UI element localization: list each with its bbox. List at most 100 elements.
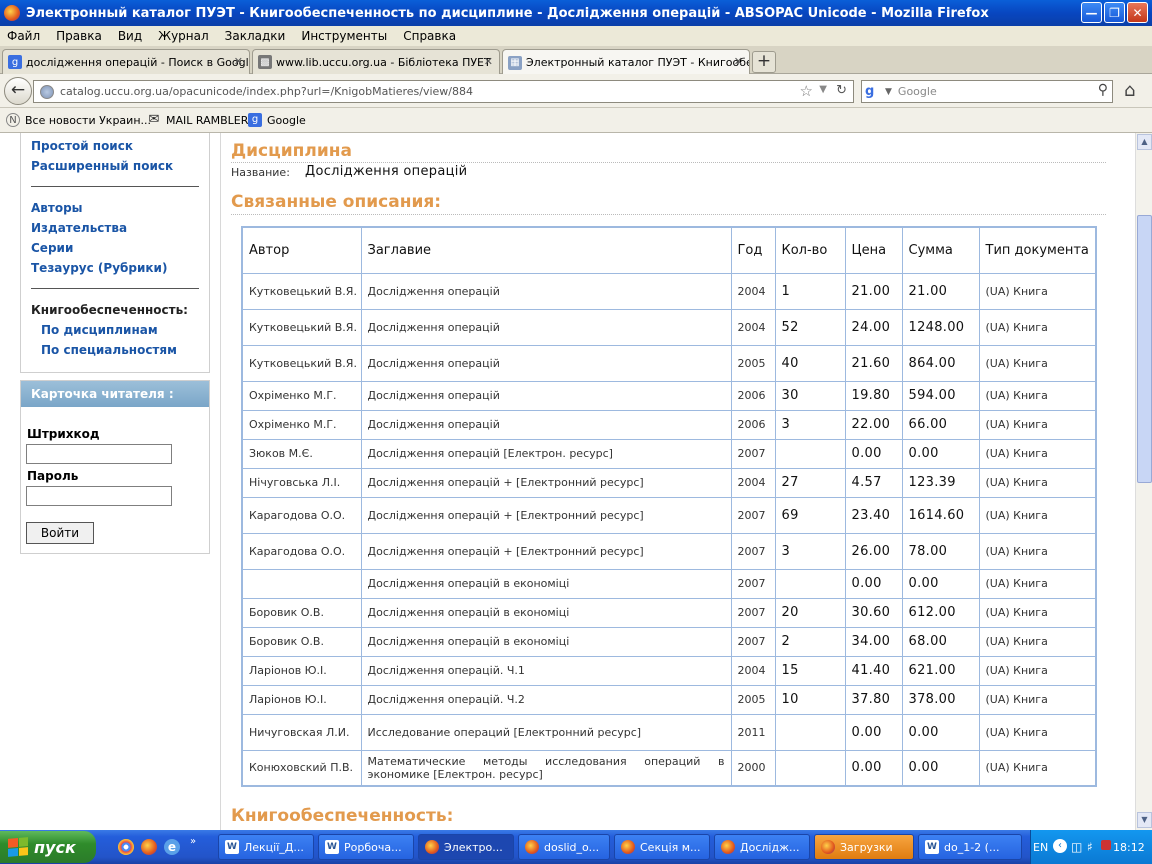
scrollbar-thumb[interactable]	[1137, 215, 1152, 483]
vertical-scrollbar[interactable]: ▲ ▼	[1135, 133, 1152, 830]
firefox-icon[interactable]	[141, 839, 157, 855]
cell-title: Дослідження операцій [Електрон. ресурс]	[360, 438, 732, 469]
cell-sum: 123.39	[901, 467, 980, 498]
cell-doc-type: (UA) Книга	[978, 272, 1097, 310]
taskbar-item[interactable]: doslid_o...	[518, 834, 610, 860]
tab-google-search[interactable]: g дослідження операцій - Поиск в Google …	[2, 49, 250, 74]
col-author: Автор	[241, 226, 362, 274]
series-link[interactable]: Серии	[31, 241, 73, 255]
cell-quantity: 1	[774, 272, 846, 310]
minimize-button[interactable]: —	[1081, 2, 1102, 23]
bookmark-label: Google	[267, 113, 306, 127]
page-content: Простой поиск Расширенный поиск Авторы И…	[0, 133, 1135, 830]
barcode-input[interactable]	[26, 444, 172, 464]
taskbar-item-downloads[interactable]: Загрузки	[814, 834, 914, 860]
google-icon[interactable]: g	[865, 84, 883, 100]
taskbar-item[interactable]: Секція м...	[614, 834, 710, 860]
quick-launch-more-icon[interactable]: »	[190, 836, 196, 847]
cell-doc-type: (UA) Книга	[978, 568, 1097, 599]
back-button[interactable]: ←	[4, 77, 32, 105]
url-dropdown-icon[interactable]: ▼	[819, 84, 827, 95]
cell-author: Охріменко М.Г.	[241, 380, 362, 411]
firefox-icon	[721, 840, 735, 854]
tray-app-icon[interactable]	[1101, 840, 1111, 850]
close-tab-icon[interactable]: ✕	[734, 55, 743, 68]
login-button[interactable]: Войти	[26, 522, 94, 544]
search-icon[interactable]: ⚲	[1098, 82, 1108, 98]
cell-doc-type: (UA) Книга	[978, 380, 1097, 411]
cell-sum: 0.00	[901, 749, 980, 787]
discipline-name: Дослідження операцій	[305, 164, 468, 179]
url-bar[interactable]: catalog.uccu.org.ua/opacunicode/index.ph…	[33, 80, 854, 103]
internet-explorer-icon[interactable]: e	[164, 839, 180, 855]
chrome-icon[interactable]	[118, 839, 134, 855]
cell-title: Дослідження операцій в економіці	[360, 597, 732, 628]
cell-year: 2007	[730, 496, 776, 534]
close-button[interactable]: ✕	[1127, 2, 1148, 23]
publishers-link[interactable]: Издательства	[31, 221, 127, 235]
by-disciplines-link[interactable]: По дисциплинам	[41, 323, 158, 337]
start-button[interactable]: пуск	[0, 831, 96, 863]
taskbar-item[interactable]: W Лекції_Д...	[218, 834, 314, 860]
volume-icon[interactable]: ♯	[1087, 840, 1093, 854]
cell-quantity: 2	[774, 626, 846, 657]
taskbar-item[interactable]: Wdo_1-2 (...	[918, 834, 1022, 860]
table-row: Карагодова О.О. Дослідження операцій + [Е…	[241, 496, 1097, 534]
table-row: Карагодова О.О. Дослідження операцій + [Е…	[241, 532, 1097, 570]
cell-price: 0.00	[844, 438, 903, 469]
bookmark-mail-rambler[interactable]: ✉ MAIL RAMBLER	[147, 113, 249, 127]
table-row: Кутковецький В.Я. Дослідження операцій 200…	[241, 344, 1097, 382]
page-icon: ▩	[258, 55, 272, 69]
search-engine-dropdown-icon[interactable]: ▼	[885, 87, 892, 97]
scroll-down-icon[interactable]: ▼	[1137, 812, 1152, 828]
cell-author: Кутковецький В.Я.	[241, 272, 362, 310]
new-tab-button[interactable]: +	[752, 51, 776, 73]
cell-author: Карагодова О.О.	[241, 496, 362, 534]
network-icon[interactable]: ◫	[1071, 840, 1082, 854]
cell-title: Дослідження операцій в економіці	[360, 568, 732, 599]
authors-link[interactable]: Авторы	[31, 201, 83, 215]
cell-quantity	[774, 438, 846, 469]
maximize-button[interactable]: ❐	[1104, 2, 1125, 23]
tab-library[interactable]: ▩ www.lib.uccu.org.ua - Бібліотека ПУЕТ …	[252, 49, 500, 74]
catalog-icon: ▦	[508, 55, 522, 70]
language-indicator[interactable]: EN	[1033, 841, 1048, 854]
word-icon: W	[225, 840, 239, 854]
by-specialties-link[interactable]: По специальностям	[41, 343, 177, 357]
cell-year: 2004	[730, 655, 776, 686]
cell-price: 23.40	[844, 496, 903, 534]
close-tab-icon[interactable]: ✕	[234, 55, 243, 68]
advanced-search-link[interactable]: Расширенный поиск	[31, 159, 173, 173]
tray-expand-icon[interactable]: ‹	[1053, 839, 1067, 853]
cell-author	[241, 568, 362, 599]
bookmark-news[interactable]: N Все новости Украин...	[6, 113, 151, 127]
home-icon[interactable]: ⌂	[1124, 80, 1135, 101]
menu-file[interactable]: Файл	[0, 29, 49, 43]
bookmark-google[interactable]: g Google	[248, 113, 306, 127]
menu-view[interactable]: Вид	[111, 29, 151, 43]
reload-icon[interactable]: ↻	[836, 83, 847, 98]
menu-history[interactable]: Журнал	[151, 29, 218, 43]
cell-author: Охріменко М.Г.	[241, 409, 362, 440]
taskbar-item[interactable]: Дослідж...	[714, 834, 810, 860]
simple-search-link[interactable]: Простой поиск	[31, 139, 133, 153]
bookmark-star-icon[interactable]: ☆	[800, 82, 813, 100]
cell-price: 37.80	[844, 684, 903, 715]
menu-tools[interactable]: Инструменты	[294, 29, 396, 43]
table-row: Конюховский П.В. Математические методы ис…	[241, 749, 1097, 787]
discipline-heading: Дисциплина	[231, 141, 352, 161]
menu-edit[interactable]: Правка	[49, 29, 111, 43]
windows-logo-icon	[8, 837, 28, 857]
password-input[interactable]	[26, 486, 172, 506]
search-bar[interactable]: g ▼ Google ⚲	[861, 80, 1113, 103]
taskbar-item[interactable]: W Рорбоча...	[318, 834, 414, 860]
firefox-icon	[821, 840, 835, 854]
scroll-up-icon[interactable]: ▲	[1137, 134, 1152, 150]
tab-catalog[interactable]: ▦ Электронный каталог ПУЭТ - Книгообе...…	[502, 49, 750, 75]
menu-bookmarks[interactable]: Закладки	[218, 29, 295, 43]
thesaurus-link[interactable]: Тезаурус (Рубрики)	[31, 261, 167, 275]
taskbar-item[interactable]: Электро...	[418, 834, 514, 860]
menu-help[interactable]: Справка	[396, 29, 465, 43]
close-tab-icon[interactable]: ✕	[484, 55, 493, 68]
cell-title: Дослідження операцій. Ч.1	[360, 655, 732, 686]
